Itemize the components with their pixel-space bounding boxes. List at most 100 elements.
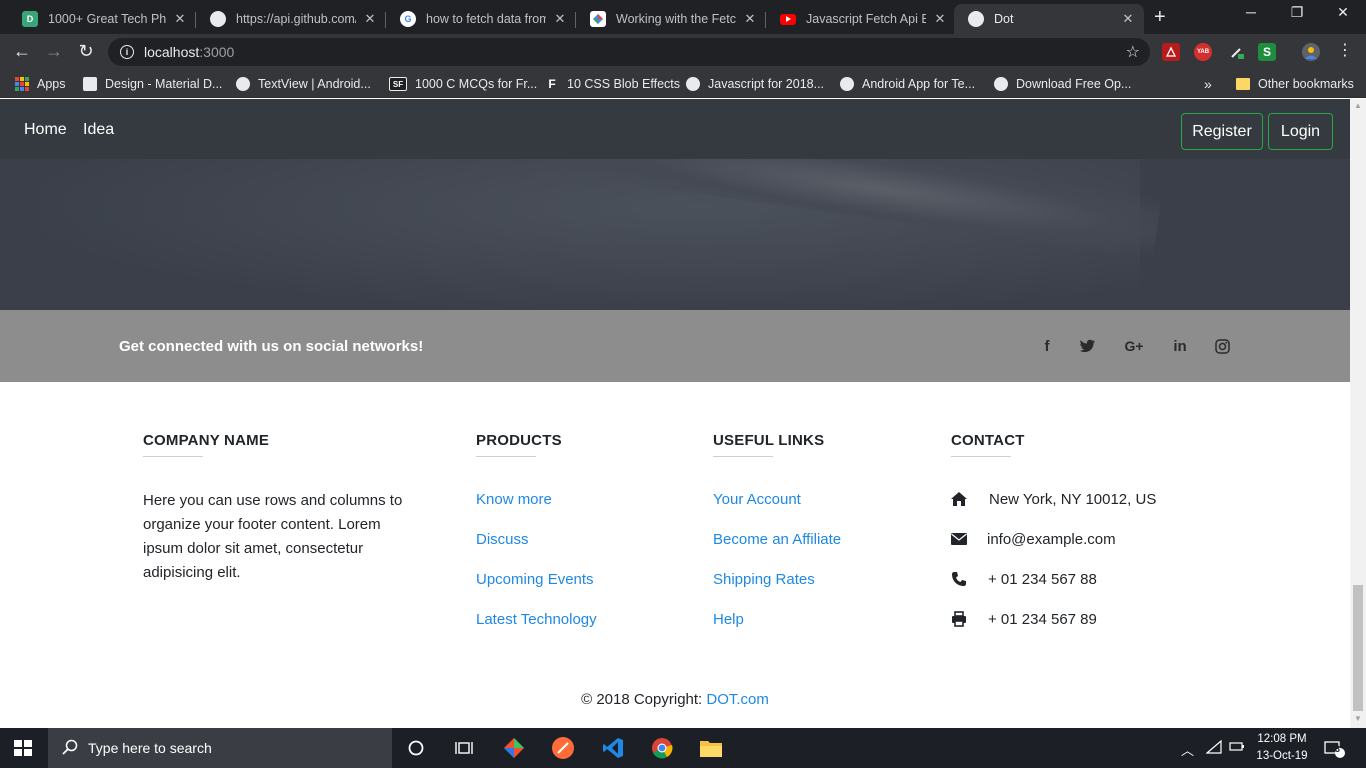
footer-link-latest-technology[interactable]: Latest Technology xyxy=(476,611,597,628)
bookmarks-overflow-button[interactable]: » xyxy=(1204,75,1212,93)
close-tab-icon[interactable]: ✕ xyxy=(932,11,948,27)
cortana-icon[interactable] xyxy=(404,736,428,760)
nav-home-link[interactable]: Home xyxy=(24,121,67,139)
browser-tab[interactable]: D 1000+ Great Tech Photos ✕ xyxy=(8,4,196,34)
footer-link-discuss[interactable]: Discuss xyxy=(476,531,529,548)
close-tab-icon[interactable]: ✕ xyxy=(552,11,568,27)
nav-idea-link[interactable]: Idea xyxy=(83,121,114,139)
site-navbar: Home Idea Register Login xyxy=(0,99,1350,159)
battery-icon[interactable] xyxy=(1229,740,1245,755)
close-tab-icon[interactable]: ✕ xyxy=(1120,11,1136,27)
google-plus-icon[interactable]: G+ xyxy=(1124,336,1144,356)
bookmark-apps[interactable]: Apps xyxy=(15,75,66,93)
bookmark-item[interactable]: Design - Material D... xyxy=(83,75,222,93)
f-icon: F xyxy=(548,77,556,91)
copyright-link[interactable]: DOT.com xyxy=(706,691,769,708)
company-heading: COMPANY NAME xyxy=(143,432,270,449)
home-icon xyxy=(950,490,968,508)
forward-button[interactable]: → xyxy=(43,41,65,61)
footer-link-your-account[interactable]: Your Account xyxy=(713,491,801,508)
footer-link-know-more[interactable]: Know more xyxy=(476,491,552,508)
footer-link-help[interactable]: Help xyxy=(713,611,744,628)
globe-icon xyxy=(840,77,854,91)
login-button[interactable]: Login xyxy=(1268,113,1333,150)
bookmark-item[interactable]: F 10 CSS Blob Effects xyxy=(545,75,680,93)
scroll-down-arrow-icon[interactable]: ▼ xyxy=(1354,714,1362,723)
action-center-icon[interactable]: 3 xyxy=(1324,740,1346,761)
social-tagline: Get connected with us on social networks… xyxy=(119,338,424,355)
close-tab-icon[interactable]: ✕ xyxy=(742,11,758,27)
address-bar[interactable]: i localhost:3000 ☆ xyxy=(108,38,1150,66)
site-footer: COMPANY NAME Here you can use rows and c… xyxy=(0,382,1350,728)
footer-link-become-affiliate[interactable]: Become an Affiliate xyxy=(713,531,841,548)
page-scrollbar[interactable]: ▲ ▼ xyxy=(1350,99,1366,728)
other-bookmarks-folder[interactable]: Other bookmarks xyxy=(1236,75,1354,93)
postman-icon[interactable] xyxy=(551,736,575,760)
footer-link-shipping-rates[interactable]: Shipping Rates xyxy=(713,571,815,588)
bookmark-item[interactable]: Download Free Op... xyxy=(994,75,1131,93)
search-placeholder: Type here to search xyxy=(88,740,212,756)
facebook-icon[interactable]: f xyxy=(1037,336,1057,356)
file-explorer-icon[interactable] xyxy=(699,736,723,760)
register-button[interactable]: Register xyxy=(1181,113,1263,150)
windows-start-icon[interactable] xyxy=(14,740,32,756)
browser-tab-strip: D 1000+ Great Tech Photos ✕ https://api.… xyxy=(0,0,1366,34)
browser-tab-active[interactable]: Dot ✕ xyxy=(954,4,1144,34)
vscode-icon[interactable] xyxy=(601,736,625,760)
reload-button[interactable]: ↻ xyxy=(75,41,97,61)
show-hidden-icons-chevron-icon[interactable]: ︿ xyxy=(1181,740,1194,759)
back-button[interactable]: ← xyxy=(11,41,33,61)
browser-toolbar: ← → ↻ i localhost:3000 ☆ YAB S ⋮ xyxy=(0,34,1366,70)
browser-tab[interactable]: G how to fetch data from api ✕ xyxy=(386,4,576,34)
browser-tab[interactable]: Javascript Fetch Api Example ✕ xyxy=(766,4,956,34)
contact-email: info@example.com xyxy=(987,531,1116,548)
youtube-icon xyxy=(780,13,796,25)
close-window-button[interactable]: ✕ xyxy=(1320,4,1366,21)
task-view-icon[interactable] xyxy=(452,736,476,760)
products-heading: PRODUCTS xyxy=(476,432,562,449)
wifi-icon[interactable] xyxy=(1205,739,1222,757)
git-icon[interactable] xyxy=(502,736,526,760)
globe-icon xyxy=(968,11,984,27)
site-info-icon[interactable]: i xyxy=(120,45,134,59)
instagram-icon[interactable] xyxy=(1212,336,1232,356)
bookmark-item[interactable]: SF 1000 C MCQs for Fr... xyxy=(389,75,537,93)
browser-tab[interactable]: https://api.github.com/users ✕ xyxy=(196,4,386,34)
bookmark-star-icon[interactable]: ☆ xyxy=(1126,42,1140,62)
bookmark-item[interactable]: Javascript for 2018... xyxy=(686,75,824,93)
new-tab-button[interactable]: + xyxy=(1154,7,1166,27)
restore-button[interactable]: ❐ xyxy=(1274,4,1320,21)
yab-extension-icon[interactable]: YAB xyxy=(1194,43,1212,61)
close-tab-icon[interactable]: ✕ xyxy=(362,11,378,27)
eyedropper-extension-icon[interactable] xyxy=(1228,43,1246,61)
taskbar-search-box[interactable]: Type here to search xyxy=(48,728,392,768)
twitter-icon[interactable] xyxy=(1078,336,1098,356)
s-extension-icon[interactable]: S xyxy=(1258,43,1276,61)
contact-fax: + 01 234 567 89 xyxy=(988,611,1097,628)
globe-icon xyxy=(686,77,700,91)
scroll-up-arrow-icon[interactable]: ▲ xyxy=(1354,101,1362,110)
scrollbar-thumb[interactable] xyxy=(1353,585,1363,711)
browser-tab[interactable]: Working with the Fetch API ✕ xyxy=(576,4,766,34)
close-tab-icon[interactable]: ✕ xyxy=(172,11,188,27)
notification-count-badge: 3 xyxy=(1335,744,1341,754)
bookmark-label: Android App for Te... xyxy=(862,77,976,91)
globe-icon xyxy=(210,11,226,27)
site-favicon-icon xyxy=(590,11,606,27)
bookmark-item[interactable]: Android App for Te... xyxy=(840,75,975,93)
tab-title: https://api.github.com/users xyxy=(236,12,356,26)
minimize-button[interactable]: ─ xyxy=(1228,4,1274,20)
tab-title: how to fetch data from api xyxy=(426,12,546,26)
bookmark-label: Other bookmarks xyxy=(1258,77,1354,91)
footer-link-upcoming-events[interactable]: Upcoming Events xyxy=(476,571,594,588)
chrome-icon[interactable] xyxy=(650,736,674,760)
pdf-extension-icon[interactable] xyxy=(1162,43,1180,61)
envelope-icon xyxy=(950,530,968,548)
folder-icon xyxy=(1236,78,1250,90)
browser-menu-icon[interactable]: ⋮ xyxy=(1334,41,1356,61)
bookmark-item[interactable]: TextView | Android... xyxy=(236,75,371,93)
profile-avatar[interactable] xyxy=(1302,43,1320,61)
bookmark-label: Download Free Op... xyxy=(1016,77,1132,91)
linkedin-icon[interactable]: in xyxy=(1170,336,1190,356)
taskbar-clock[interactable]: 12:08 PM 13-Oct-19 xyxy=(1252,731,1312,765)
